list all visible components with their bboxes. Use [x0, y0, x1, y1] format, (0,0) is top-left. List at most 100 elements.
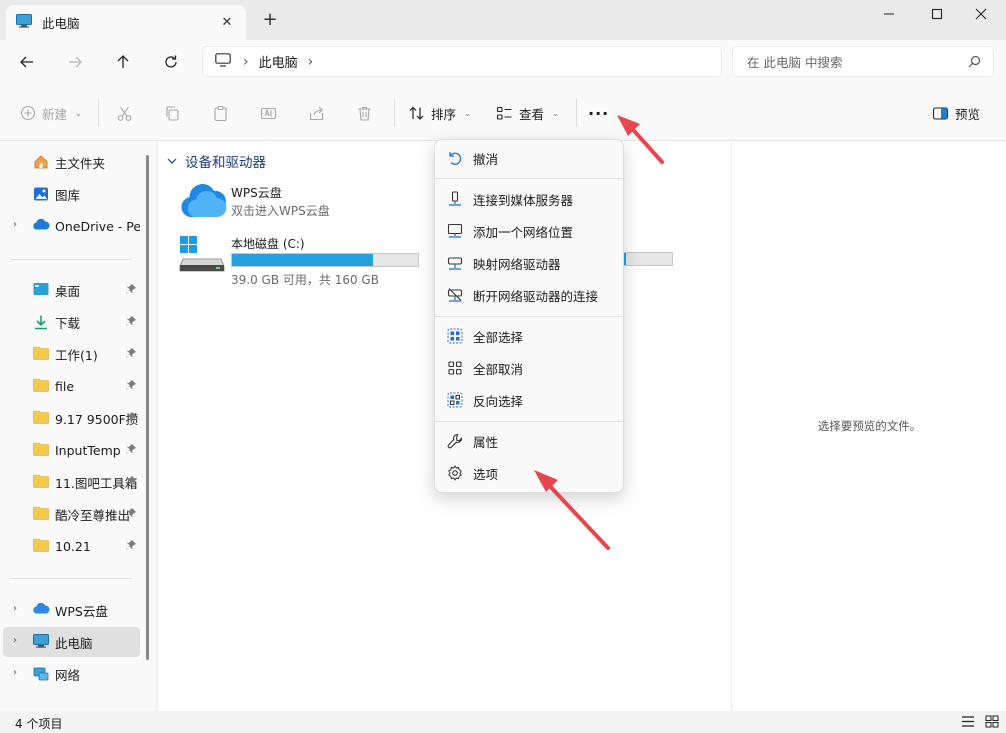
- rename-icon: [260, 107, 277, 119]
- menu-item-label: 选项: [473, 466, 499, 482]
- pin-icon[interactable]: [125, 443, 137, 458]
- plus-circle-icon: [20, 105, 36, 121]
- menu-item-map-network-drive[interactable]: 映射网络驱动器: [439, 248, 621, 278]
- close-window-button[interactable]: [958, 0, 1004, 28]
- details-view-icon: [962, 716, 974, 727]
- preview-pane-button[interactable]: 预览: [932, 102, 980, 124]
- plus-icon: +: [262, 9, 278, 30]
- arrow-right-icon: [69, 56, 82, 68]
- menu-item-undo[interactable]: 撤消: [439, 143, 621, 173]
- sidebar-scrollbar[interactable]: [146, 155, 149, 660]
- chevron-right-icon[interactable]: ›: [13, 635, 17, 646]
- pin-icon[interactable]: [125, 539, 137, 554]
- section-title: 设备和驱动器: [185, 155, 266, 171]
- menu-item-label: 连接到媒体服务器: [473, 192, 574, 208]
- arrow-left-icon: [20, 56, 33, 68]
- sidebar-item-folder[interactable]: 10.21: [3, 531, 140, 561]
- hard-drive-icon: [179, 233, 225, 276]
- pin-icon[interactable]: [125, 315, 137, 330]
- pin-icon[interactable]: [125, 379, 137, 394]
- sidebar-item-this-pc[interactable]: › 此电脑: [3, 627, 140, 657]
- sidebar-item-folder[interactable]: 9.17 9500F攒: [3, 403, 140, 433]
- menu-item-select-none[interactable]: 全部取消: [439, 353, 621, 383]
- see-more-button[interactable]: ···: [588, 102, 609, 124]
- menu-item-properties[interactable]: 属性: [439, 426, 621, 456]
- network-icon: [33, 666, 49, 685]
- new-tab-button[interactable]: +: [260, 10, 280, 30]
- sidebar-item-label: 桌面: [55, 283, 81, 299]
- pin-icon[interactable]: [125, 507, 137, 522]
- sidebar-item-downloads[interactable]: 下载: [3, 307, 140, 337]
- sidebar-item-network[interactable]: › 网络: [3, 659, 140, 689]
- trash-icon: [358, 106, 371, 121]
- pin-icon[interactable]: [125, 411, 137, 426]
- pin-icon[interactable]: [125, 283, 137, 298]
- refresh-button[interactable]: [158, 50, 184, 74]
- pin-icon[interactable]: [125, 347, 137, 362]
- view-label: 查看: [519, 106, 545, 122]
- breadcrumb-separator[interactable]: ›: [308, 54, 314, 70]
- search-icon: [968, 55, 981, 71]
- sidebar-item-gallery[interactable]: 图库: [3, 179, 140, 209]
- new-button[interactable]: 新建 ⌄: [20, 102, 82, 124]
- sidebar-item-label: OneDrive - Per: [55, 218, 140, 234]
- sidebar-item-folder[interactable]: 酷冷至尊推出: [3, 499, 140, 529]
- back-button[interactable]: [14, 50, 40, 74]
- address-bar[interactable]: › 此电脑 ›: [202, 46, 722, 77]
- this-pc-icon: [215, 53, 231, 70]
- sidebar-item-desktop[interactable]: 桌面: [3, 275, 140, 305]
- chevron-right-icon[interactable]: ›: [13, 603, 17, 614]
- menu-item-options[interactable]: 选项: [439, 458, 621, 488]
- pin-icon[interactable]: [125, 475, 137, 490]
- menu-divider: [435, 421, 625, 422]
- chevron-down-icon: [167, 158, 177, 164]
- sort-button[interactable]: 排序 ⌄: [408, 102, 471, 124]
- sidebar-item-folder[interactable]: InputTemp: [3, 435, 140, 465]
- paste-button[interactable]: [212, 102, 229, 124]
- delete-button[interactable]: [356, 102, 373, 124]
- menu-item-connect-media-server[interactable]: 连接到媒体服务器: [439, 184, 621, 214]
- up-button[interactable]: [110, 50, 136, 74]
- chevron-right-icon[interactable]: ›: [13, 219, 17, 230]
- clipboard-icon: [214, 105, 227, 121]
- wrench-icon: [447, 433, 463, 452]
- maximize-button[interactable]: [914, 0, 960, 28]
- media-server-icon: [447, 191, 463, 210]
- drive-item-wps-cloud[interactable]: WPS云盘 双击进入WPS云盘: [179, 181, 429, 221]
- tiles-view-button[interactable]: [985, 715, 999, 731]
- search-input[interactable]: 在 此电脑 中搜索: [732, 46, 994, 77]
- menu-item-add-network-location[interactable]: 添加一个网络位置: [439, 216, 621, 246]
- breadcrumb-this-pc[interactable]: 此电脑: [259, 52, 298, 71]
- this-pc-icon: [33, 634, 49, 651]
- menu-item-select-all[interactable]: 全部选择: [439, 321, 621, 351]
- preview-label: 预览: [955, 106, 981, 122]
- sidebar-item-label: 主文件夹: [55, 155, 106, 171]
- minimize-button[interactable]: [866, 0, 912, 28]
- sidebar-item-onedrive[interactable]: › OneDrive - Per: [3, 211, 140, 241]
- menu-item-disconnect-network-drive[interactable]: 断开网络驱动器的连接: [439, 280, 621, 310]
- section-header-devices[interactable]: 设备和驱动器: [167, 151, 266, 171]
- chevron-right-icon[interactable]: ›: [13, 667, 17, 678]
- menu-item-invert-selection[interactable]: 反向选择: [439, 385, 621, 415]
- sidebar-item-folder[interactable]: 工作(1): [3, 339, 140, 369]
- forward-button[interactable]: [62, 50, 88, 74]
- drive-usage-bar: [619, 252, 673, 266]
- tab-this-pc[interactable]: 此电脑 ✕: [6, 5, 246, 40]
- status-bar: 4 个项目: [0, 711, 1006, 733]
- rename-button[interactable]: [260, 102, 277, 124]
- share-button[interactable]: [308, 102, 325, 124]
- network-location-icon: [447, 223, 463, 242]
- sidebar-item-home[interactable]: 主文件夹: [3, 147, 140, 177]
- folder-icon: [33, 378, 49, 395]
- details-view-button[interactable]: [961, 715, 975, 731]
- sidebar-item-folder[interactable]: file: [3, 371, 140, 401]
- view-button[interactable]: 查看 ⌄: [496, 102, 559, 124]
- cut-button[interactable]: [116, 102, 133, 124]
- sidebar-item-folder[interactable]: 11.图吧工具箱: [3, 467, 140, 497]
- sidebar-item-wps-cloud[interactable]: › WPS云盘: [3, 595, 140, 625]
- close-tab-button[interactable]: ✕: [218, 13, 236, 31]
- copy-button[interactable]: [164, 102, 181, 124]
- sidebar-item-label: 此电脑: [55, 635, 93, 651]
- preview-placeholder: 选择要预览的文件。: [817, 419, 922, 433]
- disconnect-drive-icon: [447, 287, 463, 306]
